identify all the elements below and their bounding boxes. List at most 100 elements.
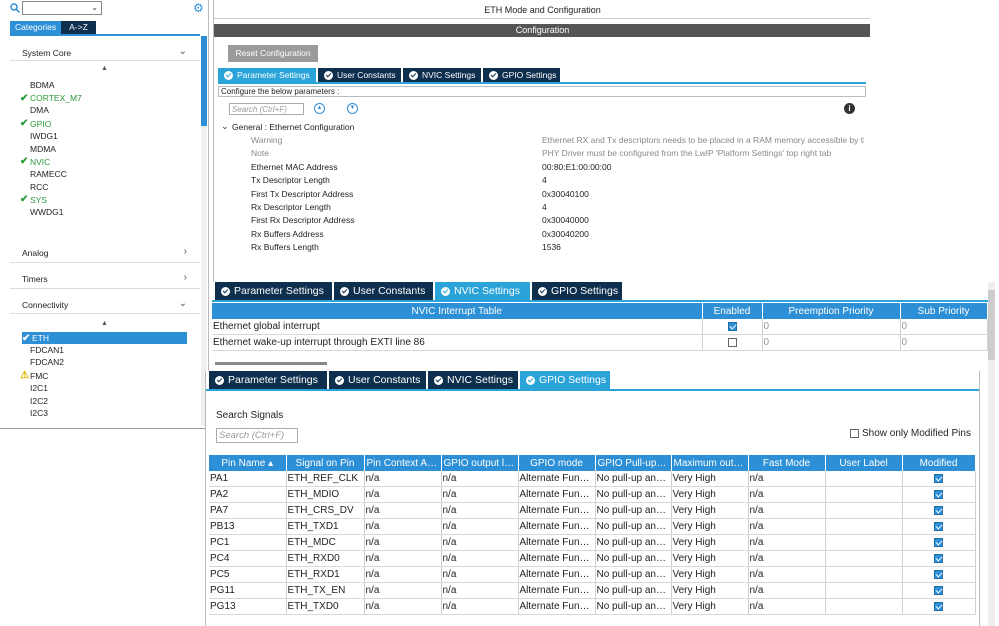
category-item-i2c3[interactable]: I2C3 xyxy=(30,408,48,418)
cell-modified[interactable] xyxy=(902,486,976,503)
checkbox[interactable] xyxy=(934,553,943,563)
column-header[interactable]: Signal on Pin xyxy=(286,455,365,471)
category-item-cortex_m7[interactable]: ✔ CORTEX_M7 xyxy=(20,93,82,104)
param-value[interactable]: 0x30040000 xyxy=(542,215,589,225)
checkbox[interactable] xyxy=(934,601,943,611)
preemption-priority[interactable]: 0 xyxy=(762,319,901,335)
checkbox[interactable] xyxy=(934,521,943,531)
category-item-mdma[interactable]: MDMA xyxy=(30,144,56,154)
tab-gpio-settings[interactable]: GPIO Settings xyxy=(520,371,610,389)
sub-priority[interactable]: 0 xyxy=(900,334,988,351)
search-icon[interactable] xyxy=(10,3,21,14)
table-row[interactable]: PG13 ETH_TXD0 n/a n/a Alternate Functi... No … xyxy=(209,598,976,615)
checkbox[interactable] xyxy=(727,337,737,347)
param-value[interactable]: 4 xyxy=(542,175,547,185)
category-item-rcc[interactable]: RCC xyxy=(30,182,48,192)
param-value[interactable]: 4 xyxy=(542,202,547,212)
category-item-fdcan1[interactable]: FDCAN1 xyxy=(30,345,64,355)
sub-priority[interactable]: 0 xyxy=(900,319,988,335)
category-item-fmc[interactable]: ⚠ FMC xyxy=(20,370,48,381)
table-row[interactable]: Ethernet global interrupt 0 0 xyxy=(212,319,988,335)
cell-modified[interactable] xyxy=(902,582,976,599)
checkbox[interactable] xyxy=(934,585,943,595)
chevron-down-icon[interactable]: ⌄ xyxy=(221,121,229,132)
tab-user-constants[interactable]: User Constants xyxy=(329,371,426,389)
collapse-all-icon[interactable]: ▼ xyxy=(347,103,358,114)
expand-all-icon[interactable]: ▲ xyxy=(314,103,325,114)
table-row[interactable]: PA1 ETH_REF_CLK n/a n/a Alternate Functi... N… xyxy=(209,471,976,487)
show-modified-checkbox[interactable]: Show only Modified Pins xyxy=(850,428,971,439)
category-item-bdma[interactable]: BDMA xyxy=(30,80,55,90)
category-item-wwdg1[interactable]: WWDG1 xyxy=(30,207,64,217)
tab-gpio-settings[interactable]: GPIO Settings xyxy=(532,282,622,300)
cell-modified[interactable] xyxy=(902,550,976,567)
column-header[interactable]: Sub Priority xyxy=(900,303,988,319)
checkbox[interactable] xyxy=(934,569,943,579)
param-search-input[interactable]: Search (Ctrl+F) xyxy=(229,103,304,115)
checkbox[interactable] xyxy=(934,473,943,483)
gear-icon[interactable]: ⚙ xyxy=(193,1,204,15)
table-row[interactable]: Ethernet wake-up interrupt through EXTI … xyxy=(212,334,988,351)
signal-search-input[interactable]: Search (Ctrl+F) xyxy=(216,428,298,443)
column-header[interactable]: Modified xyxy=(902,455,976,471)
enabled-cell[interactable] xyxy=(702,334,763,351)
table-row[interactable]: PC1 ETH_MDC n/a n/a Alternate Functi... No pu… xyxy=(209,534,976,551)
param-value[interactable]: 00:80:E1:00:00:00 xyxy=(542,162,611,172)
column-header[interactable]: NVIC Interrupt Table xyxy=(212,303,703,319)
column-header[interactable]: Preemption Priority xyxy=(762,303,901,319)
category-item-eth[interactable]: ✔ ETH xyxy=(22,332,187,344)
preemption-priority[interactable]: 0 xyxy=(762,334,901,351)
column-header[interactable]: Pin Context As... xyxy=(364,455,442,471)
param-value[interactable]: 0x30040100 xyxy=(542,189,589,199)
cell-modified[interactable] xyxy=(902,502,976,519)
right-scrollbar[interactable] xyxy=(988,282,995,626)
section-system-core[interactable]: System Core ⌄ xyxy=(22,46,192,58)
horizontal-scrollbar[interactable] xyxy=(215,362,327,365)
table-row[interactable]: PC4 ETH_RXD0 n/a n/a Alternate Functi... No p… xyxy=(209,550,976,567)
left-scrollbar[interactable] xyxy=(201,36,207,426)
cell-modified[interactable] xyxy=(902,534,976,551)
tab-nvic-settings[interactable]: NVIC Settings xyxy=(428,371,518,389)
cell-modified[interactable] xyxy=(902,518,976,535)
param-value[interactable]: 0x30040200 xyxy=(542,229,589,239)
sort-icon[interactable]: ▲ xyxy=(101,320,108,327)
tab-parameter-settings[interactable]: Parameter Settings xyxy=(215,282,332,300)
table-row[interactable]: PG11 ETH_TX_EN n/a n/a Alternate Functi... No… xyxy=(209,582,976,599)
column-header[interactable]: GPIO output level xyxy=(441,455,519,471)
table-row[interactable]: PA7 ETH_CRS_DV n/a n/a Alternate Functi... No… xyxy=(209,502,976,519)
checkbox[interactable] xyxy=(934,537,943,547)
checkbox[interactable] xyxy=(850,429,859,438)
column-header[interactable]: GPIO Pull-up/P... xyxy=(595,455,672,471)
tab-gpio-settings[interactable]: GPIO Settings xyxy=(483,68,560,82)
cell-modified[interactable] xyxy=(902,471,976,487)
category-item-iwdg1[interactable]: IWDG1 xyxy=(30,131,58,141)
section-timers[interactable]: Timers › xyxy=(22,272,192,284)
category-item-fdcan2[interactable]: FDCAN2 xyxy=(30,357,64,367)
tab-user-constants[interactable]: User Constants xyxy=(334,282,433,300)
column-header[interactable]: Fast Mode xyxy=(748,455,826,471)
category-item-nvic[interactable]: ✔ NVIC xyxy=(20,156,50,167)
param-value[interactable]: 1536 xyxy=(542,242,561,252)
sort-icon[interactable]: ▲ xyxy=(101,65,108,72)
scrollbar-thumb[interactable] xyxy=(988,290,995,360)
checkbox[interactable] xyxy=(934,505,943,515)
table-row[interactable]: PA2 ETH_MDIO n/a n/a Alternate Functi... No p… xyxy=(209,486,976,503)
category-search-combo[interactable]: ⌄ xyxy=(22,1,102,15)
cell-modified[interactable] xyxy=(902,566,976,583)
column-header[interactable]: Enabled xyxy=(702,303,763,319)
checkbox[interactable] xyxy=(934,489,943,499)
tab-user-constants[interactable]: User Constants xyxy=(318,68,401,82)
column-header[interactable]: User Label xyxy=(825,455,903,471)
section-connectivity[interactable]: Connectivity ⌄ xyxy=(22,298,192,310)
category-item-sys[interactable]: ✔ SYS xyxy=(20,194,47,205)
category-item-i2c2[interactable]: I2C2 xyxy=(30,396,48,406)
table-row[interactable]: PC5 ETH_RXD1 n/a n/a Alternate Functi... No p… xyxy=(209,566,976,583)
category-item-gpio[interactable]: ✔ GPIO xyxy=(20,118,51,129)
tab-a-z[interactable]: A->Z xyxy=(61,21,96,34)
cell-modified[interactable] xyxy=(902,598,976,615)
tab-parameter-settings[interactable]: Parameter Settings xyxy=(218,68,316,82)
scrollbar-thumb[interactable] xyxy=(201,36,207,126)
table-row[interactable]: PB13 ETH_TXD1 n/a n/a Alternate Functi... No … xyxy=(209,518,976,535)
enabled-cell[interactable] xyxy=(702,319,763,335)
column-header[interactable]: GPIO mode xyxy=(518,455,596,471)
